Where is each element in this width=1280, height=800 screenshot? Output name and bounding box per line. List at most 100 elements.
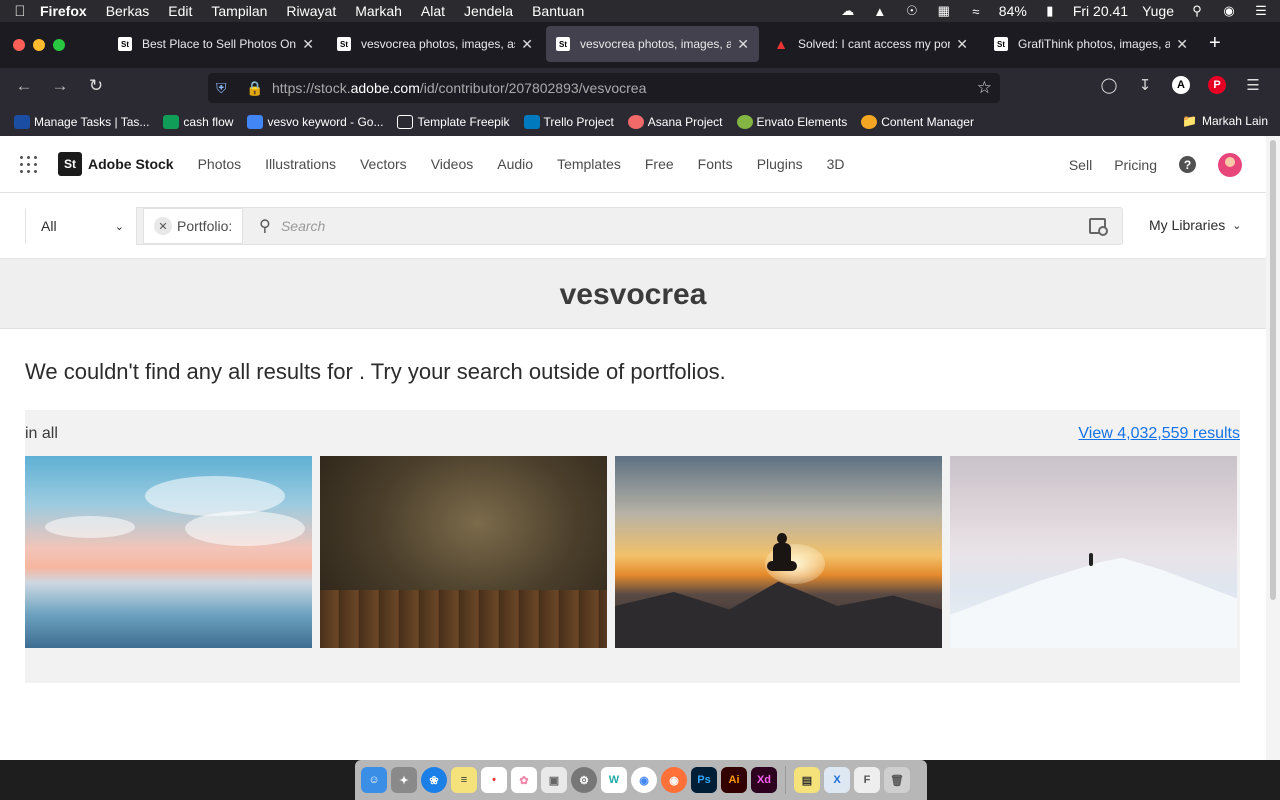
xd-icon[interactable]: Xd <box>751 767 777 793</box>
bookmark-star-icon[interactable]: ☆ <box>977 78 992 98</box>
apple-menu-icon[interactable]:  <box>0 3 40 20</box>
mountain-icon[interactable]: ▲ <box>871 4 889 19</box>
tab-close-icon[interactable]: ✕ <box>737 36 749 53</box>
menu-tampilan[interactable]: Tampilan <box>211 3 267 19</box>
font-book-icon[interactable]: F <box>854 767 880 793</box>
menu-jendela[interactable]: Jendela <box>464 3 513 19</box>
visual-search-icon[interactable] <box>1089 218 1108 236</box>
avatar[interactable] <box>1218 152 1242 177</box>
nav-templates[interactable]: Templates <box>557 156 621 172</box>
illustrator-icon[interactable]: Ai <box>721 767 747 793</box>
menu-firefox[interactable]: Firefox <box>40 3 87 19</box>
nav-free[interactable]: Free <box>645 156 674 172</box>
downloads-icon[interactable]: ↧ <box>1136 76 1154 94</box>
pricing-link[interactable]: Pricing <box>1114 157 1157 173</box>
adobe-stock-logo[interactable]: St Adobe Stock <box>58 152 174 176</box>
menu-berkas[interactable]: Berkas <box>106 3 150 19</box>
reload-icon[interactable]: ↻ <box>84 76 108 96</box>
bookmark-item[interactable]: Asana Project <box>627 115 723 129</box>
nav-photos[interactable]: Photos <box>198 156 242 172</box>
menu-alat[interactable]: Alat <box>421 3 445 19</box>
tab-close-icon[interactable]: ✕ <box>521 36 533 53</box>
calendar-icon[interactable]: ▦ <box>935 3 953 18</box>
search-input[interactable] <box>280 218 981 234</box>
battery-percent[interactable]: 84% <box>999 3 1027 19</box>
stickies-icon[interactable]: ▤ <box>794 767 820 793</box>
spotlight-search-icon[interactable]: ⚲ <box>1188 3 1206 18</box>
thumbnail-sunset-beach[interactable] <box>25 456 312 648</box>
system-preferences-icon[interactable]: ⚙ <box>571 767 597 793</box>
menu-bantuan[interactable]: Bantuan <box>532 3 584 19</box>
pinterest-extension-icon[interactable]: P <box>1208 76 1226 94</box>
minimize-window-button[interactable] <box>33 39 45 51</box>
remove-filter-close-icon[interactable]: ✕ <box>154 217 172 235</box>
account-extension-icon[interactable]: A <box>1172 76 1190 94</box>
nav-vectors[interactable]: Vectors <box>360 156 407 172</box>
control-center-icon[interactable]: ☰ <box>1252 3 1270 18</box>
nav-audio[interactable]: Audio <box>497 156 533 172</box>
nav-illustrations[interactable]: Illustrations <box>265 156 336 172</box>
nav-3d[interactable]: 3D <box>827 156 845 172</box>
my-libraries-dropdown[interactable]: My Libraries ⌄ <box>1149 217 1241 233</box>
notes-icon[interactable]: ≡ <box>451 767 477 793</box>
xcode-icon[interactable]: X <box>824 767 850 793</box>
sell-link[interactable]: Sell <box>1069 157 1092 173</box>
battery-icon[interactable]: ▮ <box>1041 3 1059 18</box>
launchpad-icon[interactable]: ✦ <box>391 767 417 793</box>
bookmark-item[interactable]: Manage Tasks | Tas... <box>14 115 149 129</box>
thumbnail-snowy-hiker[interactable] <box>950 456 1237 648</box>
browser-tab[interactable]: ▲ Solved: I cant access my portfolio ✕ <box>764 26 978 62</box>
menu-riwayat[interactable]: Riwayat <box>286 3 336 19</box>
app-switcher-grid-icon[interactable] <box>20 155 37 173</box>
nav-videos[interactable]: Videos <box>431 156 474 172</box>
tab-close-icon[interactable]: ✕ <box>1176 36 1188 53</box>
trash-icon[interactable]: 🗑 <box>884 767 910 793</box>
view-all-results-link[interactable]: View 4,032,559 results <box>1078 425 1240 443</box>
forward-arrow-icon[interactable]: → <box>48 76 72 96</box>
user-name[interactable]: Yuge <box>1142 3 1174 19</box>
accessibility-icon[interactable]: ☉ <box>903 3 921 18</box>
browser-tab-active[interactable]: St vesvocrea photos, images, assets ✕ <box>546 26 759 62</box>
other-bookmarks[interactable]: 📁 Markah Lain <box>1182 114 1268 128</box>
chrome-icon[interactable]: ◉ <box>631 767 657 793</box>
creative-cloud-icon[interactable]: ☁ <box>839 3 857 18</box>
browser-tab[interactable]: St Best Place to Sell Photos Online ✕ <box>108 26 324 62</box>
clock[interactable]: Fri 20.41 <box>1073 3 1128 19</box>
nav-fonts[interactable]: Fonts <box>698 156 733 172</box>
bookmark-item[interactable]: Content Manager <box>861 115 974 129</box>
close-window-button[interactable] <box>13 39 25 51</box>
thumbnail-meditation-mountain[interactable] <box>615 456 942 648</box>
hamburger-menu-icon[interactable]: ☰ <box>1244 76 1262 94</box>
menu-markah[interactable]: Markah <box>355 3 402 19</box>
photoshop-icon[interactable]: Ps <box>691 767 717 793</box>
asset-filter-select[interactable]: All ⌄ <box>26 207 137 245</box>
help-icon[interactable]: ? <box>1179 156 1196 173</box>
address-bar[interactable]: ⛨ 🔒 https://stock.adobe.com/id/contribut… <box>208 73 1000 103</box>
page-scrollbar[interactable] <box>1266 136 1280 760</box>
bookmark-item[interactable]: vesvo keyword - Go... <box>247 115 383 129</box>
bookmark-item[interactable]: Trello Project <box>523 115 614 129</box>
finder-icon[interactable]: ☺ <box>361 767 387 793</box>
zoom-window-button[interactable] <box>53 39 65 51</box>
siri-icon[interactable]: ◉ <box>1220 3 1238 18</box>
menu-edit[interactable]: Edit <box>168 3 192 19</box>
bookmark-item[interactable]: cash flow <box>163 115 233 129</box>
firefox-icon[interactable]: ◉ <box>661 767 687 793</box>
back-arrow-icon[interactable]: ← <box>12 76 36 96</box>
preview-icon[interactable]: ▣ <box>541 767 567 793</box>
thumbnail-wooden-room[interactable] <box>320 456 607 648</box>
bookmark-item[interactable]: Template Freepik <box>397 115 510 129</box>
tab-close-icon[interactable]: ✕ <box>302 36 314 53</box>
pocket-icon[interactable]: ◯ <box>1100 76 1118 94</box>
wifi-icon[interactable]: ≈ <box>967 4 985 19</box>
new-tab-plus-icon[interactable]: + <box>1209 32 1221 55</box>
tab-close-icon[interactable]: ✕ <box>956 36 968 53</box>
browser-tab[interactable]: St vesvocrea photos, images, assets ✕ <box>327 26 543 62</box>
scrollbar-thumb[interactable] <box>1270 140 1276 600</box>
lock-icon[interactable]: 🔒 <box>246 80 263 97</box>
reminders-icon[interactable]: • <box>481 767 507 793</box>
browser-tab[interactable]: St GrafiThink photos, images, assets ✕ <box>984 26 1198 62</box>
portfolio-filter-chip[interactable]: ✕ Portfolio: <box>143 208 244 244</box>
tracking-protection-shield-icon[interactable]: ⛨ <box>216 80 232 97</box>
safari-icon[interactable]: ❀ <box>421 767 447 793</box>
